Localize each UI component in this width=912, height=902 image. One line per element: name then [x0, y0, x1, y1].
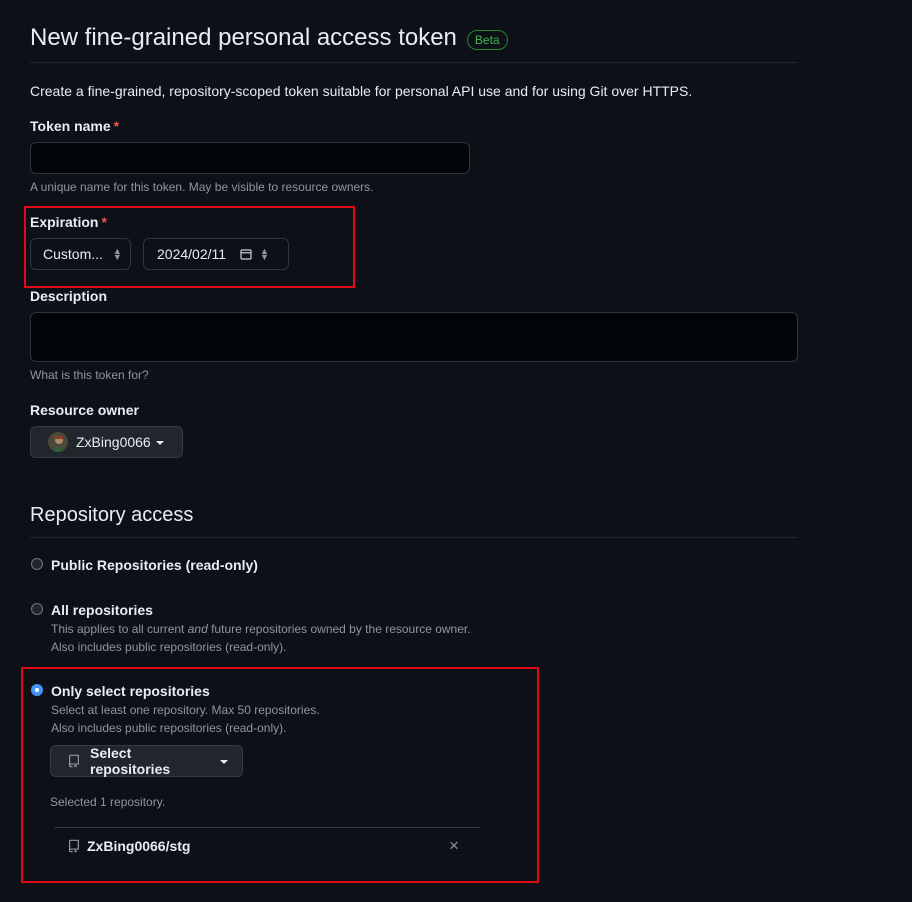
token-name-note: A unique name for this token. May be vis… — [30, 180, 374, 194]
radio-label-only-select-repositories[interactable]: Only select repositories — [51, 682, 210, 700]
expiration-select[interactable]: Custom... ▲ ▼ — [30, 238, 131, 270]
radio-all-repositories[interactable] — [31, 603, 43, 615]
radio-only-select-repositories[interactable] — [31, 684, 43, 696]
selected-repo-name: ZxBing0066/stg — [87, 838, 191, 854]
expiration-date-input[interactable]: 2024/02/11 ▲ ▼ — [143, 238, 289, 270]
radio-label-all-repositories[interactable]: All repositories — [51, 601, 153, 619]
repo-icon — [67, 839, 81, 858]
all-repositories-description: This applies to all current and future r… — [51, 622, 471, 636]
radio-public-repositories[interactable] — [31, 558, 43, 570]
page-title-row: New fine-grained personal access token B… — [30, 22, 508, 54]
close-icon[interactable]: × — [449, 836, 459, 856]
calendar-icon[interactable] — [240, 248, 252, 260]
updown-icon: ▲ ▼ — [260, 246, 269, 262]
select-repositories-button[interactable]: Select repositories — [50, 745, 243, 777]
required-mark: * — [113, 118, 120, 134]
chevron-down-icon — [155, 441, 164, 445]
token-name-label: Token name * — [30, 118, 120, 134]
page: New fine-grained personal access token B… — [0, 0, 912, 902]
beta-badge: Beta — [466, 29, 508, 50]
only-select-description-2: Also includes public repositories (read-… — [51, 721, 287, 735]
page-title: New fine-grained personal access token — [30, 24, 457, 51]
required-mark: * — [101, 214, 107, 230]
all-repositories-description-2: Also includes public repositories (read-… — [51, 640, 287, 654]
description-label: Description — [30, 288, 108, 304]
resource-owner-label: Resource owner — [30, 402, 139, 418]
chevron-down-icon — [220, 760, 228, 764]
radio-label-public-repositories[interactable]: Public Repositories (read-only) — [51, 556, 258, 574]
description-note: What is this token for? — [30, 368, 149, 382]
description-textarea[interactable] — [30, 312, 798, 362]
repository-access-divider — [30, 537, 798, 538]
updown-icon: ▲ ▼ — [112, 246, 122, 262]
expiration-label: Expiration * — [30, 214, 107, 230]
only-select-description: Select at least one repository. Max 50 r… — [51, 703, 320, 717]
selected-count: Selected 1 repository. — [50, 795, 166, 809]
repo-icon — [67, 754, 81, 768]
intro-text: Create a fine-grained, repository-scoped… — [30, 83, 693, 99]
token-name-input[interactable] — [30, 142, 470, 174]
avatar — [48, 432, 68, 452]
selected-repo-row: ZxBing0066/stg × — [54, 827, 480, 867]
header-divider — [30, 62, 798, 63]
resource-owner-button[interactable]: ZxBing0066 — [30, 426, 183, 458]
repository-access-title: Repository access — [30, 504, 194, 526]
